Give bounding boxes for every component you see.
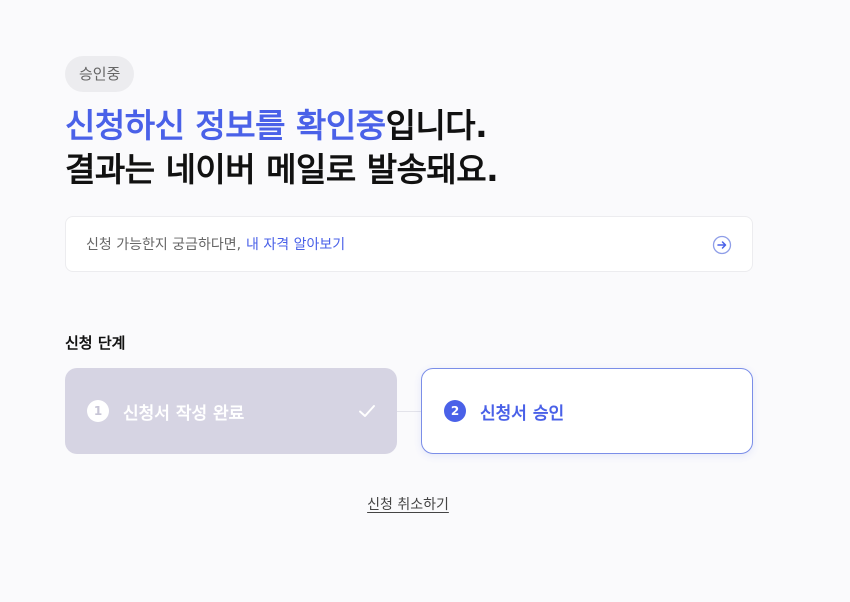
headline-rest: 입니다. bbox=[385, 106, 488, 145]
headline-accent: 신청하신 정보를 확인중 bbox=[65, 106, 386, 145]
step-1-card: 1 신청서 작성 완료 bbox=[65, 368, 397, 454]
eligibility-text: 신청 가능한지 궁금하다면, bbox=[86, 237, 242, 253]
step-connector bbox=[397, 411, 421, 412]
page-headline: 신청하신 정보를 확인중입니다. 결과는 네이버 메일로 발송돼요. bbox=[65, 104, 499, 192]
cancel-container: 신청 취소하기 bbox=[0, 494, 816, 514]
headline-line2: 결과는 네이버 메일로 발송돼요. bbox=[65, 150, 499, 189]
steps-title: 신청 단계 bbox=[65, 334, 126, 352]
status-badge: 승인중 bbox=[65, 56, 135, 92]
step-label: 신청서 승인 bbox=[480, 403, 565, 424]
step-label: 신청서 작성 완료 bbox=[123, 403, 245, 424]
check-icon bbox=[359, 405, 375, 417]
step-2-card: 2 신청서 승인 bbox=[421, 368, 753, 454]
cancel-application-link[interactable]: 신청 취소하기 bbox=[367, 497, 449, 513]
step-number: 1 bbox=[87, 400, 109, 422]
arrow-right-circle-icon[interactable] bbox=[712, 235, 732, 255]
eligibility-link[interactable]: 내 자격 알아보기 bbox=[246, 234, 345, 254]
step-number: 2 bbox=[444, 400, 466, 422]
eligibility-check-banner[interactable]: 신청 가능한지 궁금하다면, 내 자격 알아보기 bbox=[65, 216, 753, 272]
